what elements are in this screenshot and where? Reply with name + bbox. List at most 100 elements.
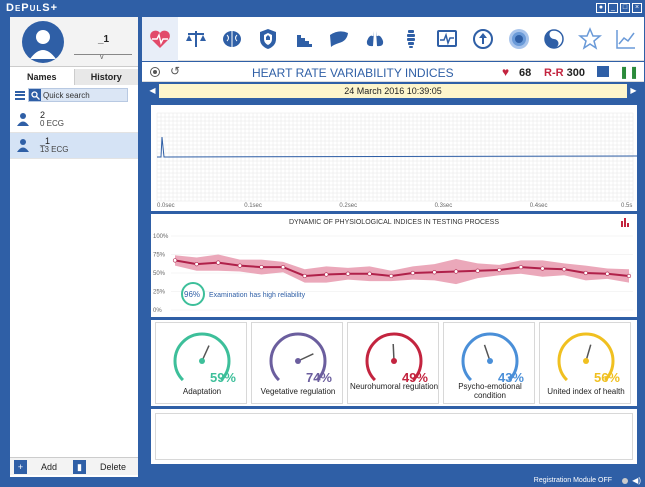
registration-status: Registration Module OFF	[533, 477, 612, 484]
ecg-tick-label: 0.0sec	[157, 203, 175, 209]
data-point	[410, 270, 415, 276]
ecg-tick-label: 0.1sec	[244, 203, 262, 209]
speaker-icon[interactable]: ◀)	[632, 476, 641, 485]
upload-icon[interactable]	[465, 17, 501, 61]
gauge-hub	[295, 358, 301, 364]
notes-panel	[151, 409, 637, 464]
search-icon	[29, 89, 41, 101]
list-item[interactable]: _1 13 ECG	[10, 133, 138, 159]
gauge-label: United index of health	[547, 387, 625, 396]
next-record-button[interactable]: ▶	[627, 84, 640, 98]
data-point	[453, 269, 459, 274]
data-point	[475, 268, 480, 273]
minimize-button[interactable]: _	[608, 3, 618, 13]
ecg-tick-label: 0.4sec	[530, 203, 548, 209]
liver-icon[interactable]	[321, 17, 357, 61]
app-logo: DePulS+	[6, 2, 59, 14]
spine-icon[interactable]	[393, 17, 429, 61]
search-row: Quick search	[10, 87, 138, 103]
data-point	[194, 262, 199, 267]
left-tabs: Names History	[10, 69, 138, 85]
tab-history[interactable]: History	[73, 69, 138, 85]
avatar[interactable]	[22, 21, 64, 63]
window-controls: ● _ □ ×	[596, 3, 642, 13]
maximize-button[interactable]: □	[620, 3, 630, 13]
data-point	[605, 271, 610, 276]
gauge-value: 59%	[209, 370, 236, 385]
data-point	[540, 266, 545, 271]
gauge-card[interactable]: 43% Psycho-emotional condition	[443, 322, 535, 404]
reliability-percent: 96%	[184, 290, 200, 299]
data-point	[237, 263, 242, 268]
ecg-monitor-icon[interactable]	[429, 17, 465, 61]
patient-records: 13 ECG	[40, 145, 69, 154]
ecg-tick-label: 0.5s	[621, 203, 632, 209]
analysis-toolbar	[142, 17, 644, 61]
gauge-label: Neurohumoral regulation	[349, 382, 439, 391]
gauge-hub	[487, 358, 493, 364]
restore-button[interactable]: ●	[596, 3, 606, 13]
print-icon[interactable]	[597, 66, 609, 77]
status-bar: Registration Module OFF ◀)	[142, 476, 644, 487]
chevron-down-icon[interactable]: v	[100, 54, 104, 61]
indices-header: ↺ HEART RATE VARIABILITY INDICES ♥ 68 R-…	[142, 62, 644, 82]
gauge-hub	[583, 358, 589, 364]
target-icon[interactable]	[501, 17, 537, 61]
shield-icon[interactable]	[250, 17, 286, 61]
y-tick-label: 75%	[153, 253, 166, 259]
tab-names[interactable]: Names	[10, 69, 74, 85]
user-icon	[17, 139, 29, 152]
gauge-card[interactable]: 56% United index of health	[539, 322, 631, 404]
app-window: DePulS+ ● _ □ × _1 v Names History Quick…	[0, 0, 645, 487]
y-tick-label: 0%	[153, 308, 162, 314]
data-point	[583, 270, 588, 276]
add-button[interactable]: Add	[41, 462, 57, 472]
delete-button[interactable]: Delete	[100, 462, 126, 472]
patient-panel: _1 v Names History Quick search 2 0 ECG	[10, 17, 138, 477]
gauge-card[interactable]: 59% Adaptation	[155, 322, 247, 404]
status-dot-icon	[622, 478, 628, 484]
dynamics-title: DYNAMIC OF PHYSIOLOGICAL INDICES IN TEST…	[288, 219, 500, 226]
star-icon[interactable]	[572, 17, 608, 61]
balance-icon[interactable]	[178, 17, 214, 61]
lungs-icon[interactable]	[357, 17, 393, 61]
record-toggle[interactable]	[150, 67, 160, 77]
data-point	[302, 273, 307, 279]
line-graph-icon[interactable]	[608, 17, 644, 61]
y-tick-label: 25%	[153, 290, 166, 296]
heart-icon: ♥	[502, 65, 510, 79]
gauge-label: Vegetative regulation	[260, 387, 336, 396]
record-date: 24 March 2016 10:39:05	[344, 86, 442, 96]
gauge-label: Adaptation	[182, 387, 222, 396]
title-bar: DePulS+ ● _ □ ×	[0, 0, 645, 16]
heart-rate-icon[interactable]	[142, 17, 178, 61]
dynamics-chart: 100% 75% 50% 25% 0% 96% Examination has high r…	[151, 214, 637, 317]
patient-list: 2 0 ECG _1 13 ECG	[10, 107, 138, 159]
gauge-hub	[199, 358, 205, 364]
data-point	[345, 271, 351, 276]
gauge-card[interactable]: 74% Vegetative regulation	[251, 322, 343, 404]
reliability-text: Examination has high reliability	[209, 292, 306, 299]
brain-icon[interactable]	[214, 17, 250, 61]
search-input[interactable]: Quick search	[28, 88, 128, 102]
stairs-icon[interactable]	[285, 17, 321, 61]
page-title: HEART RATE VARIABILITY INDICES	[252, 66, 454, 80]
rr-value: 300	[566, 67, 585, 79]
yin-yang-icon[interactable]	[536, 17, 572, 61]
list-menu-icon[interactable]	[15, 90, 25, 100]
trash-icon[interactable]: ▮	[73, 459, 86, 474]
notes-area[interactable]	[155, 413, 633, 460]
search-placeholder: Quick search	[43, 90, 90, 100]
add-user-icon[interactable]: +	[14, 459, 27, 474]
close-button[interactable]: ×	[632, 3, 642, 13]
profile-name: _1	[98, 34, 110, 45]
data-point	[626, 273, 632, 279]
data-point	[562, 267, 567, 272]
gauges-row: 59% Adaptation 74% Vegetative regulation 49%…	[151, 320, 637, 406]
undo-icon[interactable]: ↺	[170, 64, 180, 78]
heart-rate-value: 68	[519, 67, 532, 79]
list-item[interactable]: 2 0 ECG	[10, 107, 138, 133]
book-icon[interactable]: ❚❚	[619, 65, 639, 79]
gauge-card[interactable]: 49% Neurohumoral regulation	[347, 322, 439, 404]
ecg-plot: 0.0sec 0.1sec 0.2sec 0.3sec 0.4sec 0.5s	[156, 112, 637, 209]
